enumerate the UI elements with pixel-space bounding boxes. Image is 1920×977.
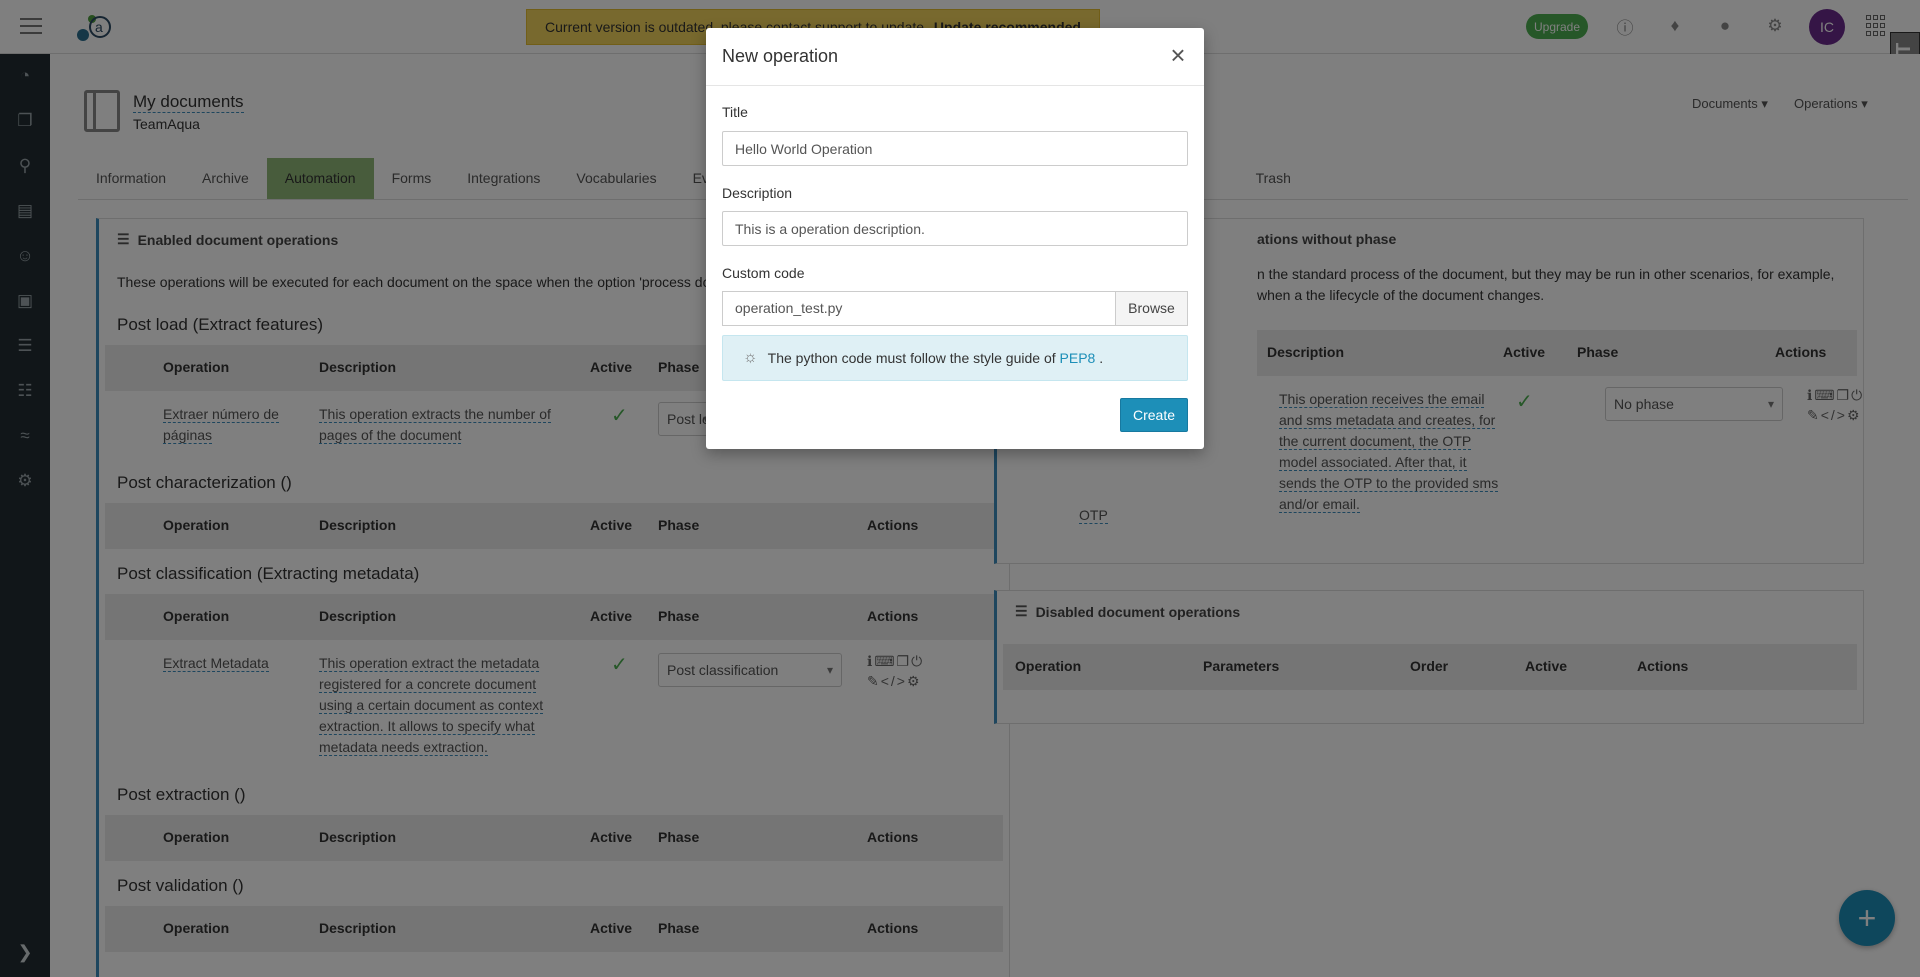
create-button[interactable]: Create bbox=[1120, 398, 1188, 432]
custom-code-label: Custom code bbox=[722, 265, 805, 281]
hint-message: The python code must follow the style gu… bbox=[767, 350, 1056, 366]
browse-button[interactable]: Browse bbox=[1115, 291, 1188, 326]
description-label: Description bbox=[722, 185, 793, 201]
lightbulb-icon: ☼ bbox=[743, 349, 758, 366]
title-label: Title bbox=[722, 104, 748, 120]
description-input[interactable] bbox=[722, 211, 1188, 246]
hint-end: . bbox=[1099, 350, 1104, 366]
close-icon[interactable]: × bbox=[1166, 42, 1190, 68]
pep8-link[interactable]: PEP8 bbox=[1060, 350, 1096, 366]
title-input[interactable] bbox=[722, 131, 1188, 166]
custom-code-file-input[interactable]: operation_test.py bbox=[722, 291, 1116, 326]
pep8-hint: ☼ The python code must follow the style … bbox=[722, 335, 1188, 381]
new-operation-modal: New operation × Title Description Custom… bbox=[706, 28, 1204, 449]
hint-text: The python code must follow the style gu… bbox=[768, 350, 1103, 366]
modal-header: New operation × bbox=[706, 28, 1204, 86]
modal-title: New operation bbox=[722, 46, 839, 66]
